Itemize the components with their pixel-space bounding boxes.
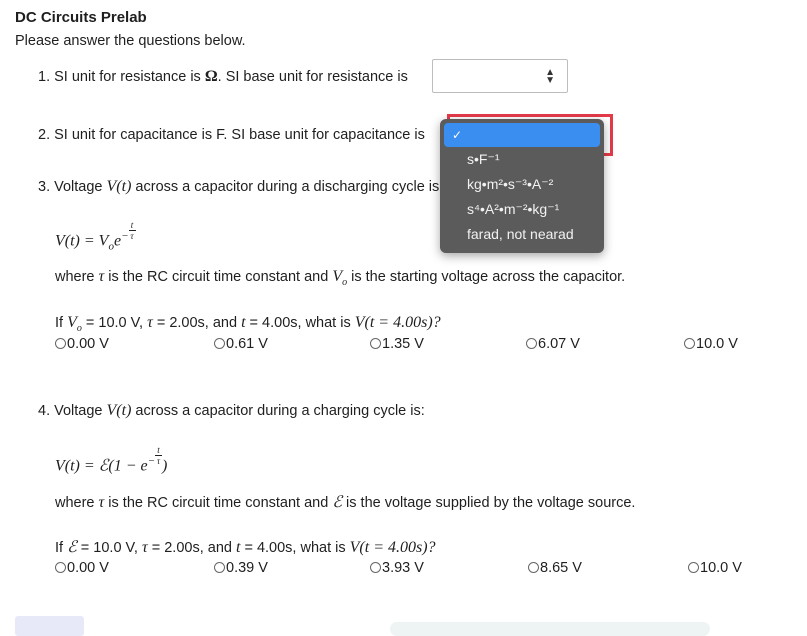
radio-button-icon[interactable]: [688, 562, 699, 573]
q1-prefix: 1. SI unit for resistance is: [38, 69, 205, 85]
radio-button-icon[interactable]: [214, 338, 225, 349]
radio-button-icon[interactable]: [370, 562, 381, 573]
q4-option-3[interactable]: 8.65 V: [528, 560, 582, 576]
q3-option-2[interactable]: 1.35 V: [370, 336, 424, 352]
radio-button-icon[interactable]: [55, 562, 66, 573]
question-4: 4. Voltage V(t) across a capacitor durin…: [38, 402, 425, 419]
radio-button-icon[interactable]: [526, 338, 537, 349]
capacitance-unit-dropdown[interactable]: ✓ s•F⁻¹ kg•m²•s⁻³•A⁻² s⁴•A²•m⁻²•kg⁻¹ far…: [440, 119, 604, 253]
radio-button-icon[interactable]: [370, 338, 381, 349]
dropdown-option-4[interactable]: farad, not nearad: [440, 222, 604, 247]
bottom-scroll-bar: [390, 622, 710, 636]
q3-prefix: 3. Voltage: [38, 179, 107, 195]
q4-eq-fraction: tτ: [155, 445, 163, 466]
q3-where: where τ is the RC circuit time constant …: [55, 268, 626, 288]
q3-option-3[interactable]: 6.07 V: [526, 336, 580, 352]
dropdown-option-1[interactable]: s•F⁻¹: [440, 147, 604, 172]
q4-given: If ℰ = 10.0 V, τ = 2.00s, and t = 4.00s,…: [55, 539, 436, 556]
radio-button-icon[interactable]: [528, 562, 539, 573]
q3-option-1[interactable]: 0.61 V: [214, 336, 268, 352]
dropdown-option-2[interactable]: kg•m²•s⁻³•A⁻²: [440, 172, 604, 197]
emf-symbol: ℰ: [332, 494, 343, 511]
question-2: 2. SI unit for capacitance is F. SI base…: [38, 127, 425, 143]
q4-option-2[interactable]: 3.93 V: [370, 560, 424, 576]
q4-where: where τ is the RC circuit time constant …: [55, 494, 636, 511]
q4-equation: V(t) = ℰ(1 − e− t τ): [55, 445, 168, 475]
q4-option-0[interactable]: 0.00 V: [55, 560, 109, 576]
q3-option-4[interactable]: 10.0 V: [684, 336, 738, 352]
question-1: 1. SI unit for resistance is Ω. SI base …: [38, 68, 408, 86]
dropdown-option-3[interactable]: s⁴•A²•m⁻²•kg⁻¹: [440, 197, 604, 222]
check-icon: ✓: [452, 128, 463, 142]
page-subtitle: Please answer the questions below.: [15, 33, 246, 49]
q3-suffix: across a capacitor during a discharging …: [131, 179, 439, 195]
page-title: DC Circuits Prelab: [15, 9, 147, 26]
q3-option-0[interactable]: 0.00 V: [55, 336, 109, 352]
dropdown-option-blank[interactable]: ✓: [444, 123, 600, 147]
q4-eq-main: V(t) = ℰ(1 − e: [55, 457, 148, 475]
q4-option-1[interactable]: 0.39 V: [214, 560, 268, 576]
q3-eq-lhs: V(t) = V: [55, 232, 109, 250]
q3-given: If Vo = 10.0 V, τ = 2.00s, and t = 4.00s…: [55, 314, 441, 334]
q3-eq-fraction: tτ: [128, 220, 136, 241]
ohm-symbol: Ω: [204, 68, 218, 85]
radio-button-icon[interactable]: [684, 338, 695, 349]
q1-suffix: . SI base unit for resistance is: [217, 69, 408, 85]
radio-button-icon[interactable]: [55, 338, 66, 349]
question-3: 3. Voltage V(t) across a capacitor durin…: [38, 178, 439, 196]
radio-button-icon[interactable]: [214, 562, 225, 573]
q4-option-4[interactable]: 10.0 V: [688, 560, 742, 576]
q2-text: 2. SI unit for capacitance is F. SI base…: [38, 127, 425, 143]
q3-vt: V(t): [106, 178, 132, 195]
q3-eq-e: e: [113, 232, 122, 250]
q3-equation: V(t) = Voe− t τ: [55, 220, 136, 253]
resistance-unit-select[interactable]: ▲ ▼: [432, 59, 568, 93]
check-button[interactable]: [15, 616, 84, 636]
select-arrows-icon: ▲ ▼: [545, 67, 555, 86]
